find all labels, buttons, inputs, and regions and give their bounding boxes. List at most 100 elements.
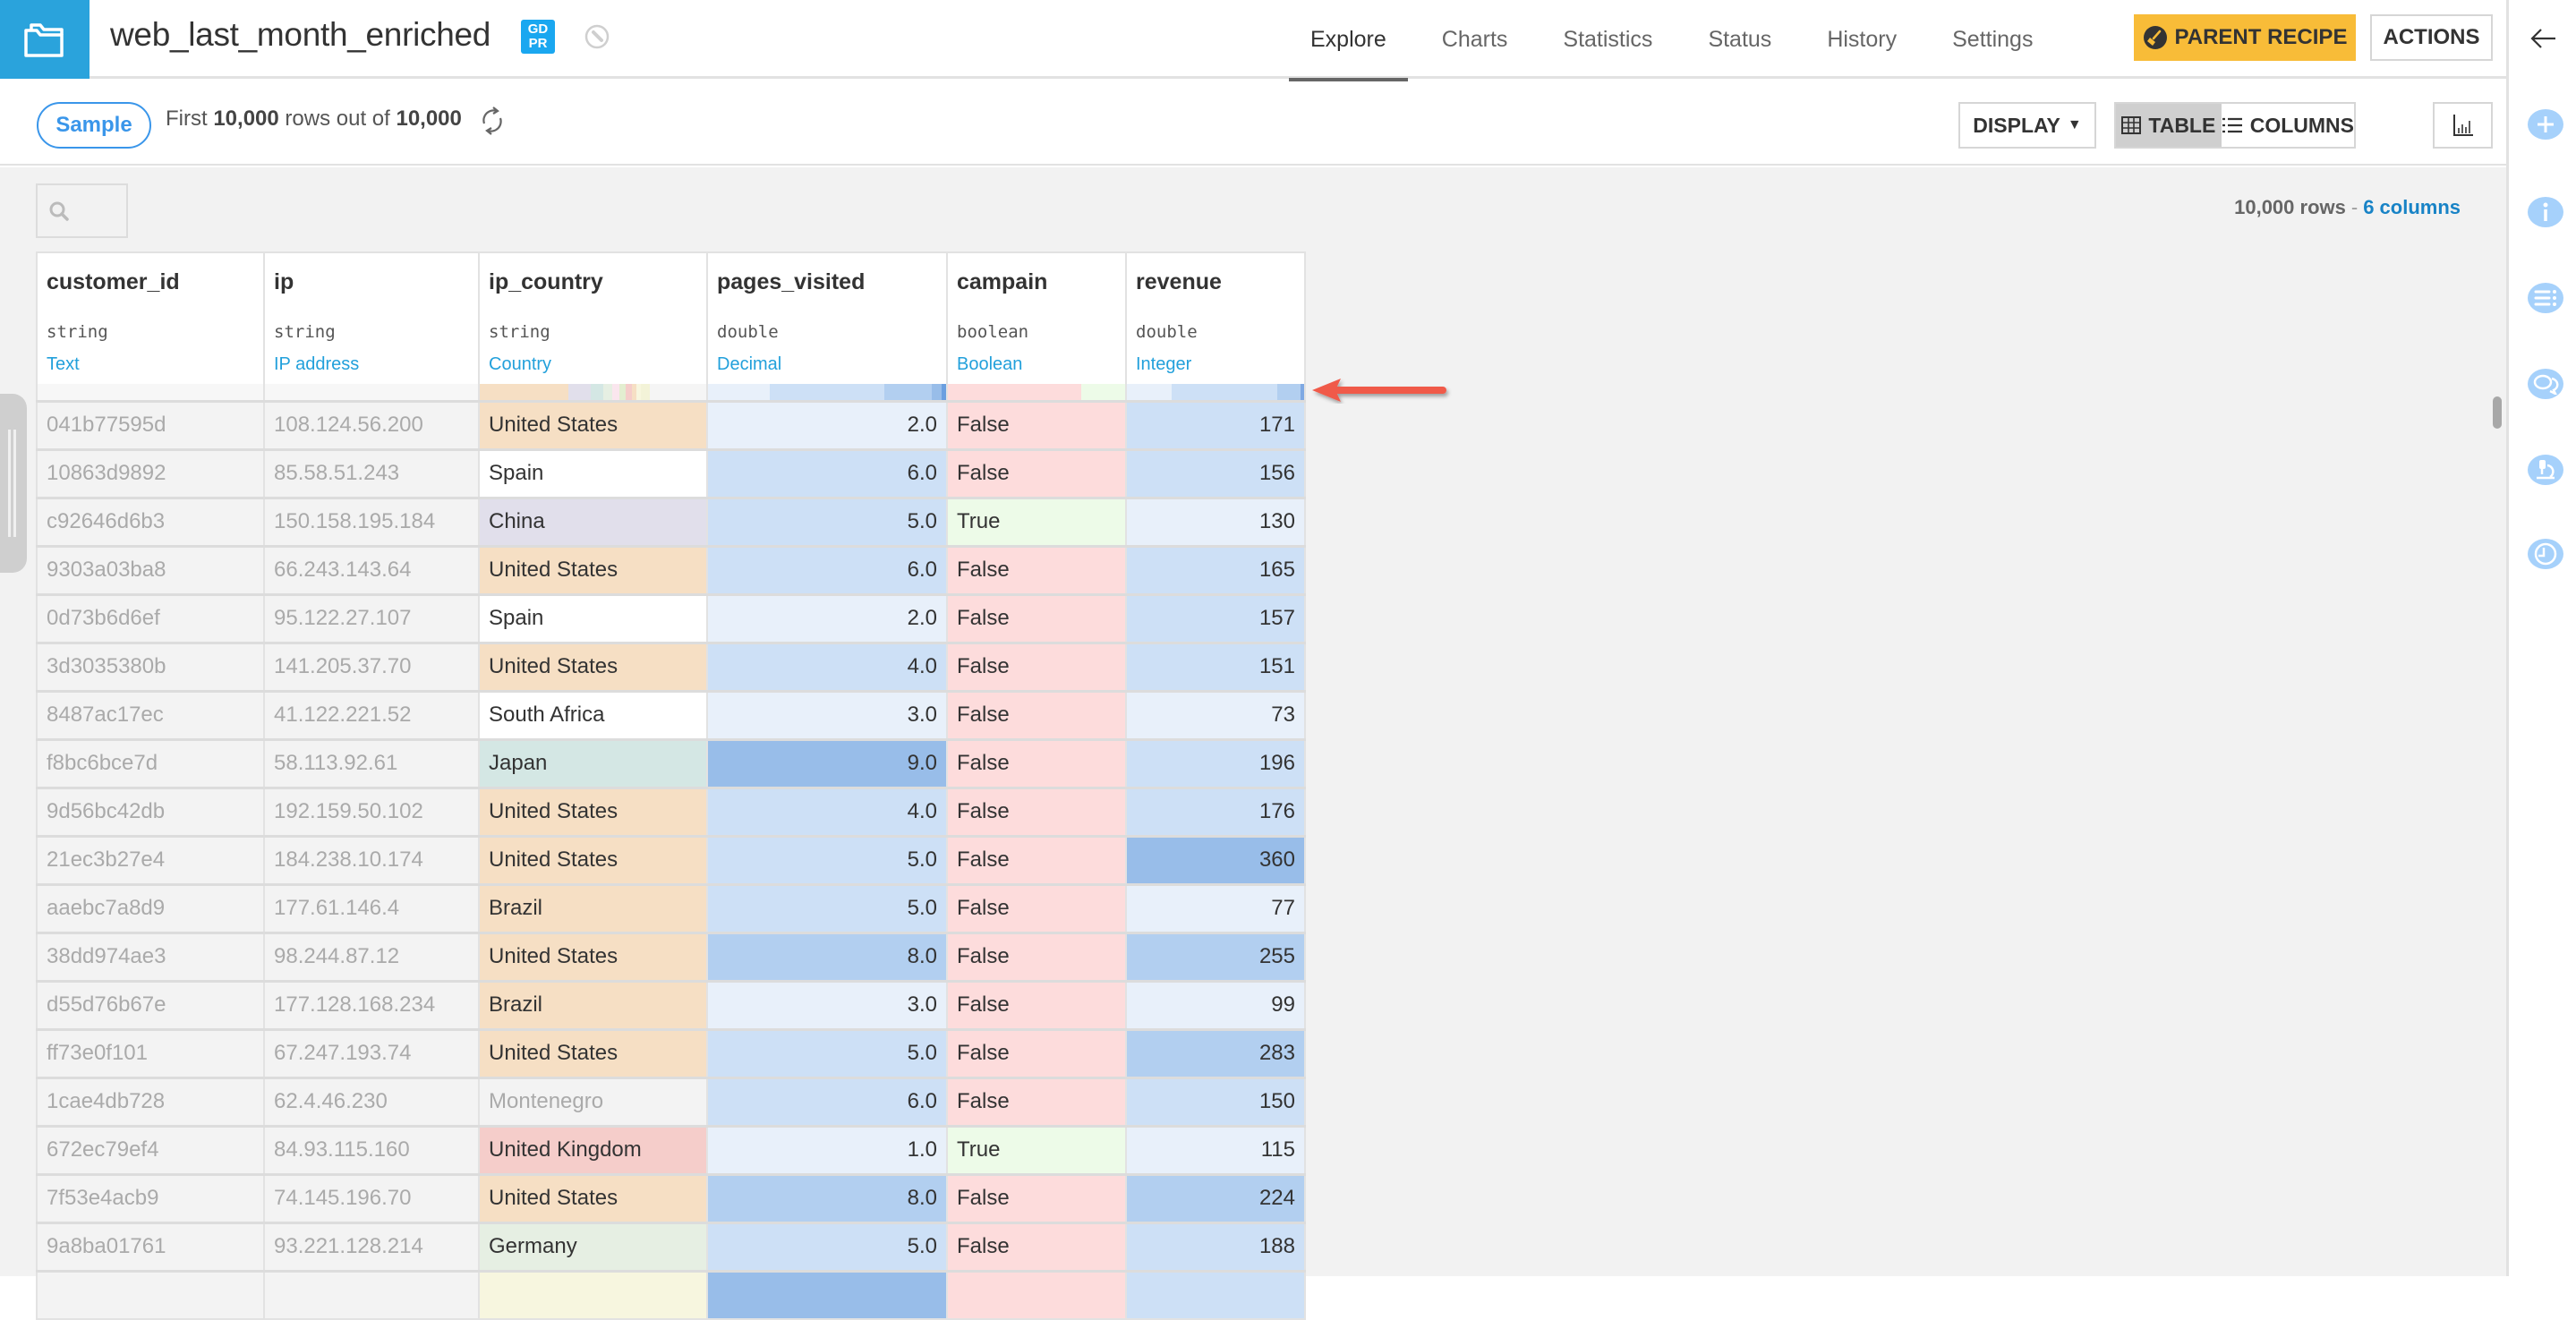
- column-name[interactable]: ip: [274, 269, 469, 295]
- pages-visited-cell[interactable]: 5.0: [706, 1221, 948, 1272]
- ip-country-cell[interactable]: [478, 1269, 708, 1320]
- column-meaning[interactable]: Country: [489, 354, 697, 375]
- pages-visited-cell[interactable]: 5.0: [706, 496, 948, 547]
- customer-id-cell[interactable]: 9d56bc42db: [36, 786, 265, 837]
- customer-id-cell[interactable]: 672ec79ef4: [36, 1124, 265, 1175]
- column-header-pages_visited[interactable]: pages_visited double Decimal: [706, 251, 948, 384]
- table-row[interactable]: d55d76b67e 177.128.168.234 Brazil 3.0 False 9…: [36, 979, 1306, 1030]
- ip-cell[interactable]: 93.221.128.214: [263, 1221, 480, 1272]
- column-header-campain[interactable]: campain boolean Boolean: [946, 251, 1127, 384]
- ip-country-cell[interactable]: United States: [478, 544, 708, 595]
- customer-id-cell[interactable]: 8487ac17ec: [36, 689, 265, 740]
- ip-cell[interactable]: 58.113.92.61: [263, 737, 480, 788]
- dataset-title[interactable]: web_last_month_enriched: [110, 16, 490, 54]
- campain-cell[interactable]: False: [946, 979, 1127, 1030]
- ip-country-cell[interactable]: South Africa: [478, 689, 708, 740]
- table-row[interactable]: 21ec3b27e4 184.238.10.174 United States 5.0…: [36, 834, 1306, 885]
- campain-cell[interactable]: True: [946, 496, 1127, 547]
- compass-icon[interactable]: [584, 23, 610, 50]
- column-header-revenue[interactable]: revenue double Integer: [1125, 251, 1306, 384]
- column-header-customer_id[interactable]: customer_id string Text: [36, 251, 265, 384]
- column-name[interactable]: pages_visited: [717, 269, 937, 295]
- customer-id-cell[interactable]: 7f53e4acb9: [36, 1172, 265, 1223]
- ip-country-cell[interactable]: United States: [478, 1027, 708, 1078]
- revenue-cell[interactable]: 73: [1125, 689, 1306, 740]
- customer-id-cell[interactable]: 10863d9892: [36, 447, 265, 498]
- revenue-cell[interactable]: 150: [1125, 1076, 1306, 1127]
- pages-visited-cell[interactable]: 6.0: [706, 544, 948, 595]
- table-row[interactable]: 8487ac17ec 41.122.221.52 South Africa 3.0 Fa…: [36, 689, 1306, 740]
- info-icon[interactable]: [2528, 197, 2563, 227]
- table-row[interactable]: 38dd974ae3 98.244.87.12 United States 8.0 Fa…: [36, 931, 1306, 982]
- ip-country-cell[interactable]: Japan: [478, 737, 708, 788]
- pages-visited-cell[interactable]: 4.0: [706, 786, 948, 837]
- ip-cell[interactable]: 67.247.193.74: [263, 1027, 480, 1078]
- campain-cell[interactable]: False: [946, 1172, 1127, 1223]
- ip-country-cell[interactable]: Germany: [478, 1221, 708, 1272]
- revenue-cell[interactable]: 188: [1125, 1221, 1306, 1272]
- column-count-link[interactable]: 6 columns: [2363, 196, 2461, 218]
- ip-country-cell[interactable]: Brazil: [478, 979, 708, 1030]
- column-meaning[interactable]: Integer: [1136, 354, 1295, 375]
- left-panel-drag-handle[interactable]: [0, 394, 27, 573]
- customer-id-cell[interactable]: 1cae4db728: [36, 1076, 265, 1127]
- campain-cell[interactable]: False: [946, 786, 1127, 837]
- lab-icon[interactable]: [2528, 455, 2563, 485]
- campain-cell[interactable]: False: [946, 447, 1127, 498]
- quality-bar-ip[interactable]: [263, 384, 480, 403]
- table-row[interactable]: 0d73b6d6ef 95.122.27.107 Spain 2.0 False 157: [36, 592, 1306, 643]
- ip-cell[interactable]: 95.122.27.107: [263, 592, 480, 643]
- revenue-cell[interactable]: 130: [1125, 496, 1306, 547]
- ip-cell[interactable]: 74.145.196.70: [263, 1172, 480, 1223]
- revenue-cell[interactable]: 255: [1125, 931, 1306, 982]
- campain-cell[interactable]: False: [946, 737, 1127, 788]
- pages-visited-cell[interactable]: 2.0: [706, 399, 948, 450]
- revenue-cell[interactable]: 196: [1125, 737, 1306, 788]
- tab-status[interactable]: Status: [1686, 0, 1793, 79]
- campain-cell[interactable]: [946, 1269, 1127, 1320]
- ip-cell[interactable]: 150.158.195.184: [263, 496, 480, 547]
- table-row[interactable]: 9d56bc42db 192.159.50.102 United States 4.0…: [36, 786, 1306, 837]
- pages-visited-cell[interactable]: 3.0: [706, 689, 948, 740]
- details-list-icon[interactable]: [2528, 283, 2563, 313]
- ip-country-cell[interactable]: United States: [478, 641, 708, 692]
- table-row[interactable]: aaebc7a8d9 177.61.146.4 Brazil 5.0 False 77: [36, 882, 1306, 933]
- ip-cell[interactable]: [263, 1269, 480, 1320]
- customer-id-cell[interactable]: 3d3035380b: [36, 641, 265, 692]
- ip-country-cell[interactable]: China: [478, 496, 708, 547]
- pages-visited-cell[interactable]: 3.0: [706, 979, 948, 1030]
- actions-button[interactable]: ACTIONS: [2370, 14, 2493, 61]
- ip-country-cell[interactable]: United States: [478, 399, 708, 450]
- revenue-cell[interactable]: 171: [1125, 399, 1306, 450]
- ip-cell[interactable]: 85.58.51.243: [263, 447, 480, 498]
- ip-country-cell[interactable]: Spain: [478, 592, 708, 643]
- campain-cell[interactable]: False: [946, 931, 1127, 982]
- ip-cell[interactable]: 141.205.37.70: [263, 641, 480, 692]
- pages-visited-cell[interactable]: 2.0: [706, 592, 948, 643]
- campain-cell[interactable]: False: [946, 882, 1127, 933]
- tab-charts[interactable]: Charts: [1420, 0, 1530, 79]
- column-storage-type[interactable]: double: [717, 322, 937, 342]
- revenue-cell[interactable]: 360: [1125, 834, 1306, 885]
- history-icon[interactable]: [2528, 539, 2563, 569]
- chart-view-button[interactable]: [2433, 102, 2493, 149]
- revenue-cell[interactable]: 283: [1125, 1027, 1306, 1078]
- pages-visited-cell[interactable]: 8.0: [706, 1172, 948, 1223]
- sample-button[interactable]: Sample: [37, 102, 151, 149]
- table-row[interactable]: [36, 1269, 1306, 1320]
- revenue-cell[interactable]: 77: [1125, 882, 1306, 933]
- campain-cell[interactable]: False: [946, 592, 1127, 643]
- refresh-icon[interactable]: [479, 106, 506, 136]
- pages-visited-cell[interactable]: 5.0: [706, 834, 948, 885]
- quality-bar-revenue[interactable]: [1125, 384, 1306, 403]
- campain-cell[interactable]: False: [946, 1076, 1127, 1127]
- table-view-button[interactable]: TABLE: [2116, 104, 2222, 147]
- table-row[interactable]: 9303a03ba8 66.243.143.64 United States 6.0 F…: [36, 544, 1306, 595]
- ip-cell[interactable]: 177.61.146.4: [263, 882, 480, 933]
- revenue-cell[interactable]: 165: [1125, 544, 1306, 595]
- tab-settings[interactable]: Settings: [1931, 0, 2054, 79]
- column-header-ip[interactable]: ip string IP address: [263, 251, 480, 384]
- gdpr-badge-icon[interactable]: GD PR: [521, 20, 555, 54]
- customer-id-cell[interactable]: ff73e0f101: [36, 1027, 265, 1078]
- table-row[interactable]: ff73e0f101 67.247.193.74 United States 5.0 F…: [36, 1027, 1306, 1078]
